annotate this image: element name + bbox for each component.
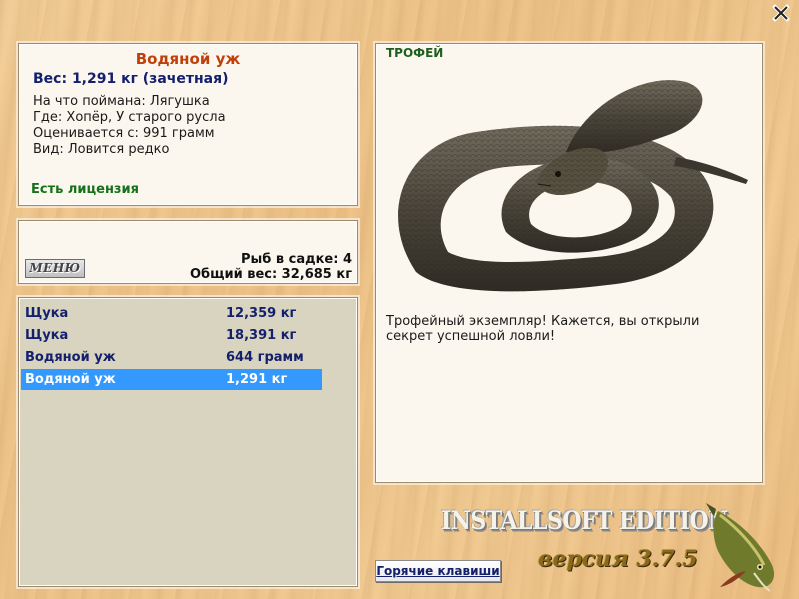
cage-count: Рыб в садке: 4 <box>240 252 352 267</box>
trophy-message: Трофейный экземпляр! Кажется, вы открыли… <box>386 314 700 344</box>
catch-list: Щука 12,359 кг Щука 18,391 кг Водяной уж… <box>18 297 358 587</box>
close-icon <box>772 4 790 22</box>
trophy-panel: ТРОФЕЙ Трофейный экземпляр! Кажется, вы … <box>375 43 763 483</box>
fish-weight: Вес: 1,291 кг (зачетная) <box>33 71 229 87</box>
rarity-line: Вид: Ловится редко <box>33 142 170 157</box>
catch-name: Водяной уж <box>25 372 116 387</box>
location-line: Где: Хопёр, У старого русла <box>33 110 226 125</box>
menu-panel: МЕНЮ Рыб в садке: 4 Общий вес: 32,685 кг <box>18 220 358 284</box>
catch-weight: 644 грамм <box>226 350 304 365</box>
list-item[interactable]: Щука 18,391 кг <box>21 325 322 346</box>
bait-line: На что поймана: Лягушка <box>33 94 210 109</box>
catch-name: Щука <box>25 328 69 343</box>
list-item[interactable]: Водяной уж 644 грамм <box>21 347 322 368</box>
catch-name: Водяной уж <box>25 350 116 365</box>
license-status: Есть лицензия <box>31 182 139 197</box>
fish-info-panel: Водяной уж Вес: 1,291 кг (зачетная) На ч… <box>18 43 358 206</box>
menu-button[interactable]: МЕНЮ <box>25 259 85 278</box>
total-weight: Общий вес: 32,685 кг <box>189 267 352 282</box>
edition-logo-text: INSTALLSOFT EDITION <box>441 506 728 536</box>
list-item-selected[interactable]: Водяной уж 1,291 кг <box>21 369 322 390</box>
version-text: версия 3.7.5 <box>538 546 698 572</box>
cage-summary: Рыб в садке: 4 Общий вес: 32,685 кг <box>190 252 352 282</box>
pike-logo-icon <box>706 503 775 592</box>
catch-weight: 1,291 кг <box>226 372 288 387</box>
trophy-label: ТРОФЕЙ <box>386 46 444 60</box>
fish-name: Водяной уж <box>135 50 241 68</box>
value-line: Оценивается с: 991 грамм <box>33 126 215 141</box>
hotkeys-button[interactable]: Горячие клавиши <box>375 560 501 582</box>
water-snake-image <box>398 80 748 292</box>
list-item[interactable]: Щука 12,359 кг <box>21 303 322 324</box>
catch-name: Щука <box>25 306 69 321</box>
catch-weight: 12,359 кг <box>226 306 297 321</box>
catch-weight: 18,391 кг <box>226 328 297 343</box>
close-button[interactable] <box>772 4 790 22</box>
